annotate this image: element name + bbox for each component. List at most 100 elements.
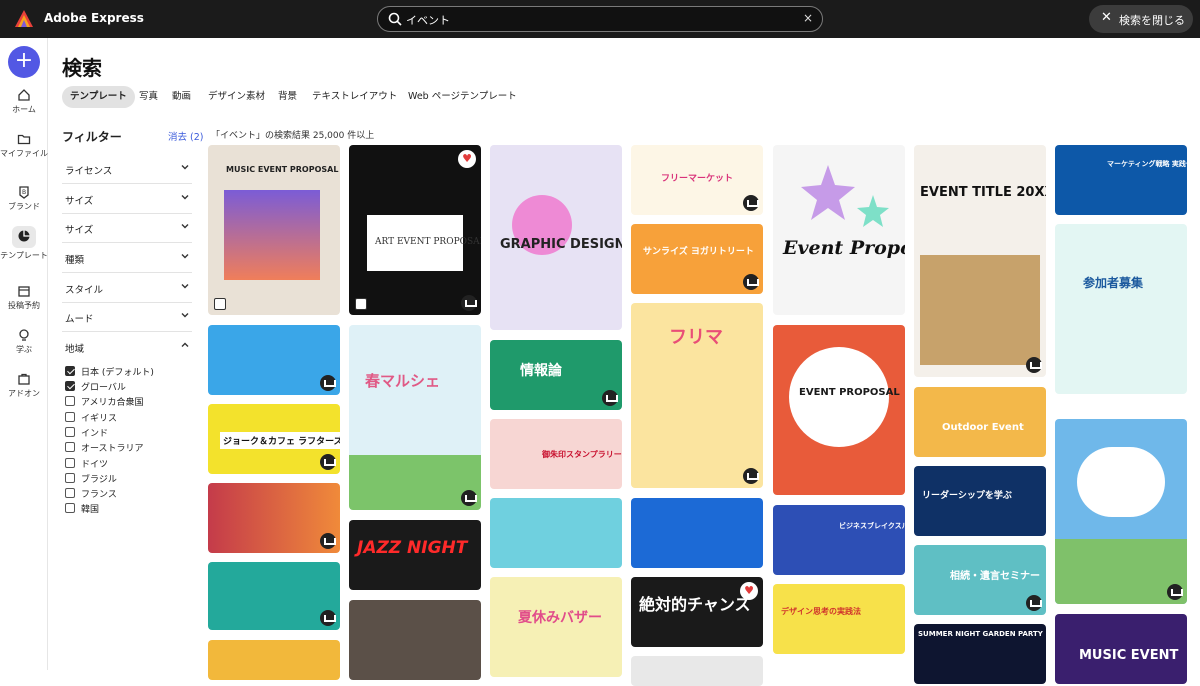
- clear-search-icon[interactable]: ×: [803, 11, 813, 25]
- addons-icon: [18, 373, 30, 385]
- checkbox[interactable]: [65, 473, 75, 483]
- premium-crown-icon: [320, 375, 336, 391]
- template-card[interactable]: ジョーク＆カフェ ラフターズナイト: [208, 404, 340, 474]
- tab-templates[interactable]: テンプレート: [62, 86, 135, 108]
- template-card[interactable]: ART EVENT PROPOSAL ♥: [349, 145, 481, 315]
- chevron-down-icon: [181, 195, 189, 200]
- template-title: ART EVENT PROPOSAL: [375, 237, 481, 247]
- search-icon: [388, 12, 402, 26]
- rail-label-home: ホーム: [12, 105, 36, 114]
- template-card[interactable]: Event Proposal: [773, 145, 905, 315]
- filter-style[interactable]: スタイル: [62, 273, 192, 303]
- template-card[interactable]: [208, 640, 340, 680]
- template-card[interactable]: SUMMER NIGHT GARDEN PARTY: [914, 624, 1046, 684]
- checkbox[interactable]: [65, 458, 75, 468]
- home-icon: [18, 89, 30, 101]
- tab-photos[interactable]: 写真: [139, 86, 158, 108]
- template-card[interactable]: フリマ: [631, 303, 763, 488]
- template-card[interactable]: 春マルシェ: [349, 325, 481, 510]
- filter-type[interactable]: 種類: [62, 243, 192, 273]
- template-title: GRAPHIC DESIGN: [500, 237, 622, 252]
- template-card[interactable]: デザイン思考の実践法: [773, 584, 905, 654]
- filter-size[interactable]: サイズ: [62, 184, 192, 214]
- template-card[interactable]: [349, 600, 481, 680]
- template-title: EVENT PROPOSAL: [799, 387, 900, 398]
- template-card[interactable]: 絶対的チャンス ♥: [631, 577, 763, 647]
- rail-item-schedule[interactable]: 投稿予約: [0, 284, 48, 311]
- filter-region[interactable]: 地域: [62, 332, 192, 362]
- checkbox[interactable]: [65, 381, 75, 391]
- premium-crown-icon: [320, 610, 336, 626]
- template-card[interactable]: 参加者募集: [1055, 224, 1187, 394]
- checkbox[interactable]: [65, 396, 75, 406]
- template-card[interactable]: 御朱印スタンプラリー: [490, 419, 622, 489]
- template-card[interactable]: GWイベント: [1055, 419, 1187, 604]
- tab-videos[interactable]: 動画: [172, 86, 191, 108]
- template-card[interactable]: フリーマーケット: [631, 145, 763, 215]
- premium-crown-icon: [461, 490, 477, 506]
- checkbox[interactable]: [65, 503, 75, 513]
- chevron-up-icon: [181, 342, 189, 347]
- tab-backgrounds[interactable]: 背景: [278, 86, 297, 108]
- checkbox-label: グローバル: [81, 383, 126, 393]
- premium-crown-icon: [743, 274, 759, 290]
- tab-web-page-templates[interactable]: Web ページテンプレート: [408, 86, 517, 108]
- template-card[interactable]: GRAPHIC DESIGN: [490, 145, 622, 330]
- heart-icon[interactable]: ♥: [458, 150, 476, 168]
- template-card[interactable]: [208, 562, 340, 630]
- checkbox[interactable]: [65, 366, 75, 376]
- rail-item-templates[interactable]: テンプレート: [0, 226, 48, 261]
- template-card[interactable]: [208, 325, 340, 395]
- filter-mood[interactable]: ムード: [62, 302, 192, 332]
- results-count: 「イベント」の検索結果 25,000 件以上: [211, 131, 375, 141]
- search-bar[interactable]: イベント ×: [377, 6, 823, 32]
- filter-license[interactable]: ライセンス: [62, 154, 192, 184]
- rail-item-home[interactable]: ホーム: [0, 88, 48, 115]
- template-card[interactable]: [631, 498, 763, 568]
- filter-title: フィルター: [62, 130, 122, 144]
- tab-text-layouts[interactable]: テキストレイアウト: [312, 86, 397, 108]
- premium-crown-icon: [461, 295, 477, 311]
- tab-design-assets[interactable]: デザイン素材: [208, 86, 265, 108]
- filter-size-2[interactable]: サイズ: [62, 213, 192, 243]
- template-card[interactable]: EVENT PROPOSAL: [773, 325, 905, 495]
- checkbox[interactable]: [65, 442, 75, 452]
- checkbox[interactable]: [65, 427, 75, 437]
- template-card[interactable]: [208, 483, 340, 553]
- rail-item-learn[interactable]: 学ぶ: [0, 328, 48, 355]
- template-card[interactable]: MUSIC EVENT PROPOSAL: [208, 145, 340, 315]
- checkbox-label: 日本 (デフォルト): [81, 368, 154, 378]
- template-card[interactable]: 情報論: [490, 340, 622, 410]
- checkbox-label: ブラジル: [81, 475, 117, 485]
- template-card[interactable]: Outdoor Event: [914, 387, 1046, 457]
- svg-text:B: B: [22, 189, 26, 196]
- rail-item-files[interactable]: マイファイル: [0, 132, 48, 159]
- template-title: Outdoor Event: [942, 422, 1024, 433]
- template-card[interactable]: [490, 498, 622, 568]
- template-card[interactable]: マーケティング戦略 実践セミナー: [1055, 145, 1187, 215]
- heart-icon[interactable]: ♥: [740, 582, 758, 600]
- template-card[interactable]: リーダーシップを学ぶ: [914, 466, 1046, 536]
- rail-item-addons[interactable]: アドオン: [0, 372, 48, 399]
- template-card[interactable]: JAZZ NIGHT: [349, 520, 481, 590]
- checkbox[interactable]: [65, 412, 75, 422]
- adobe-express-logo-icon[interactable]: [14, 9, 34, 29]
- template-card[interactable]: サンライズ ヨガリトリート: [631, 224, 763, 294]
- template-card[interactable]: EVENT TITLE 20XX: [914, 145, 1046, 377]
- search-input[interactable]: イベント: [406, 12, 450, 28]
- create-new-button[interactable]: +: [8, 46, 40, 78]
- template-title: 絶対的チャンス: [639, 595, 751, 614]
- rail-item-brand[interactable]: B ブランド: [0, 185, 48, 212]
- template-card[interactable]: ビジネスブレイクスルーセミナー 20XX: [773, 505, 905, 575]
- clear-filters-link[interactable]: 消去 (2): [168, 129, 203, 143]
- checkbox[interactable]: [65, 488, 75, 498]
- template-card[interactable]: MUSIC EVENT: [1055, 614, 1187, 684]
- template-card[interactable]: [631, 656, 763, 686]
- checkbox-label: オーストラリア: [81, 444, 144, 454]
- app-name[interactable]: Adobe Express: [44, 11, 144, 25]
- template-card[interactable]: 相続・遺言セミナー: [914, 545, 1046, 615]
- template-title: デザイン思考の実践法: [781, 607, 861, 616]
- premium-crown-icon: [1167, 584, 1183, 600]
- close-search-button[interactable]: ✕ 検索を閉じる: [1089, 5, 1193, 33]
- template-card[interactable]: 夏休みバザー: [490, 577, 622, 677]
